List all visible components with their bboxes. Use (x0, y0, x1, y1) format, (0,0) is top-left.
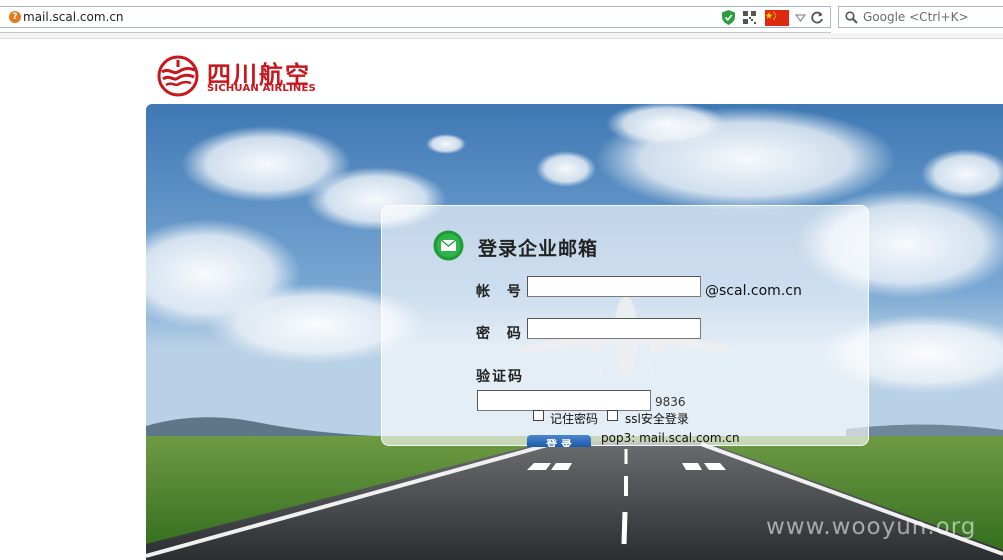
login-button[interactable]: 登 录 (527, 435, 591, 447)
remember-password-checkbox[interactable] (533, 410, 544, 421)
pop3-server-info: pop3: mail.scal.com.cn (601, 431, 740, 445)
sichuan-airlines-logo: 四川航空 SICHUAN AIRLINES (157, 55, 317, 97)
captcha-input[interactable] (477, 390, 651, 411)
captcha-label: 验证码 (476, 369, 524, 385)
mail-icon (433, 230, 464, 261)
shield-icon[interactable] (722, 10, 735, 25)
search-bar[interactable]: Google <Ctrl+K> (838, 6, 1003, 28)
url-text[interactable]: mail.scal.com.cn (23, 10, 124, 24)
browser-toolbar: ? mail.scal.com.cn Google <Ctrl+K> (0, 0, 1003, 33)
watermark: www.wooyun.org (766, 514, 977, 540)
address-bar[interactable]: ? mail.scal.com.cn (0, 6, 831, 28)
login-panel: 登录企业邮箱 帐 号 @scal.com.cn 密 码 验证码 9836 记住密… (381, 205, 869, 447)
account-label: 帐 号 (476, 284, 527, 300)
airline-emblem-icon (157, 55, 199, 97)
password-input[interactable] (527, 318, 701, 339)
reload-icon[interactable] (811, 11, 824, 24)
toolbar-divider (0, 33, 1003, 39)
dropdown-icon[interactable] (795, 13, 806, 23)
qr-code-icon[interactable] (743, 11, 756, 24)
logo-name-en: SICHUAN AIRLINES (207, 83, 316, 94)
site-info-icon[interactable]: ? (9, 11, 21, 23)
captcha-code[interactable]: 9836 (655, 395, 686, 409)
account-input[interactable] (527, 276, 701, 297)
domain-suffix: @scal.com.cn (705, 283, 802, 299)
search-input[interactable]: Google <Ctrl+K> (863, 10, 969, 24)
login-title: 登录企业邮箱 (478, 238, 599, 260)
china-flag-icon[interactable] (765, 10, 789, 26)
ssl-login-checkbox[interactable] (607, 410, 618, 421)
hero-banner: 登录企业邮箱 帐 号 @scal.com.cn 密 码 验证码 9836 记住密… (146, 104, 1003, 560)
ssl-login-label[interactable]: ssl安全登录 (625, 410, 689, 427)
password-label: 密 码 (476, 326, 527, 342)
remember-password-label[interactable]: 记住密码 (550, 410, 598, 427)
search-icon[interactable] (845, 11, 858, 24)
